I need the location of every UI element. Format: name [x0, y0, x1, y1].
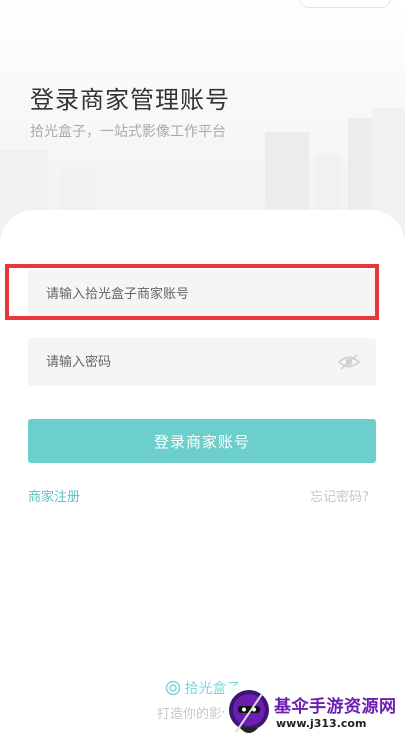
eye-icon[interactable] [337, 352, 361, 372]
page-subtitle: 拾光盒子，一站式影像工作平台 [30, 124, 226, 140]
watermark: 基伞手游资源网 www.j313.com [224, 686, 405, 743]
watermark-url: www.j313.com [276, 717, 367, 730]
ninja-logo-icon [226, 688, 272, 742]
password-field[interactable] [28, 338, 376, 386]
page-title: 登录商家管理账号 [30, 86, 230, 114]
watermark-title: 基伞手游资源网 [274, 697, 397, 717]
hero-background: 登录商家管理账号 拾光盒子，一站式影像工作平台 [0, 0, 405, 240]
top-pill [299, 0, 391, 8]
register-link[interactable]: 商家注册 [28, 486, 80, 505]
account-field[interactable] [28, 270, 376, 318]
password-input[interactable] [28, 338, 336, 386]
account-input[interactable] [28, 270, 336, 318]
forgot-password-link[interactable]: 忘记密码? [310, 486, 369, 505]
swirl-icon [165, 680, 181, 700]
login-button[interactable]: 登录商家账号 [28, 419, 376, 463]
